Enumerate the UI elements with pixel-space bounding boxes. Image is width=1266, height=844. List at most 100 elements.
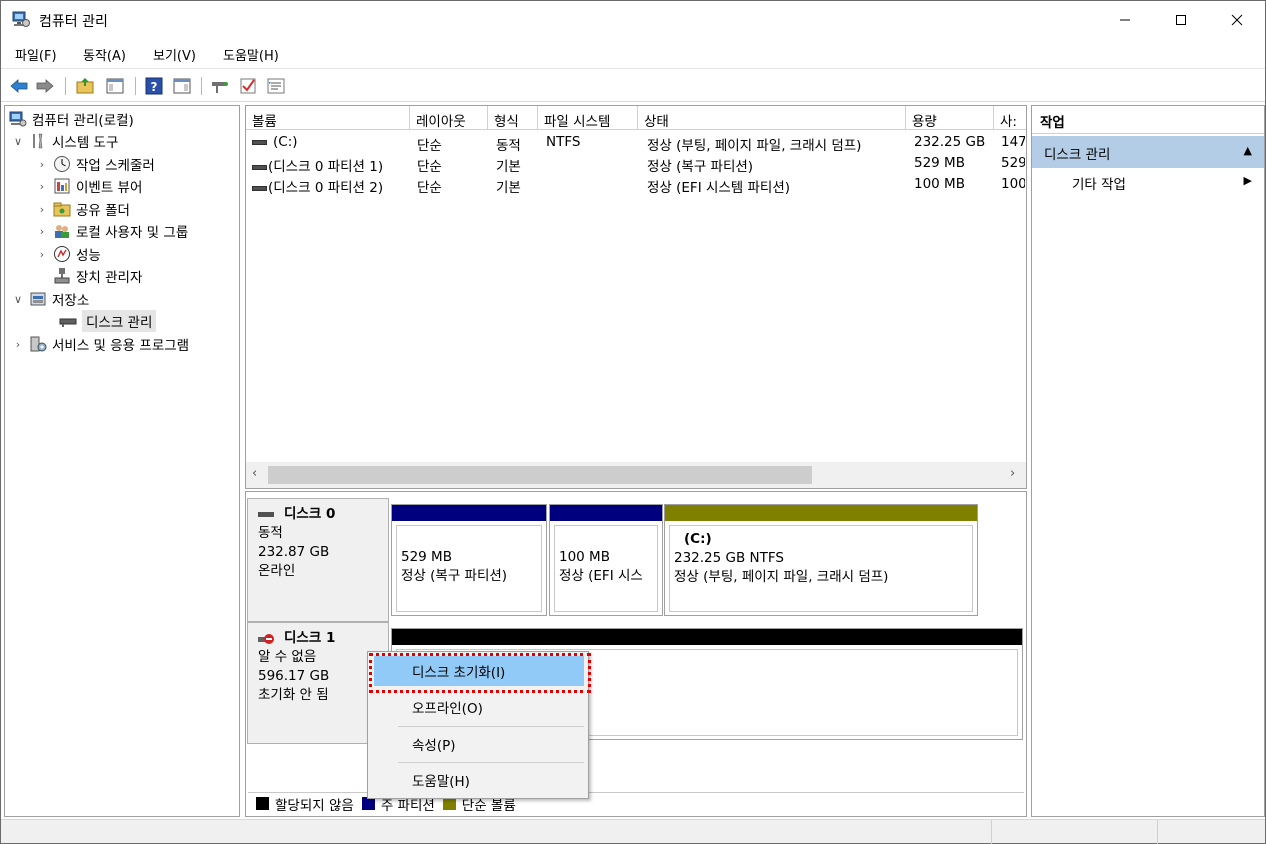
connect-icon[interactable]: [210, 76, 230, 96]
collapse-up-icon[interactable]: ▲: [1244, 144, 1252, 157]
help-icon[interactable]: ?: [144, 76, 164, 96]
chevron-right-icon[interactable]: ›: [11, 338, 25, 351]
legend: 할당되지 않음 주 파티션 단순 볼륨: [248, 792, 1024, 814]
partition-details: 100 MB 정상 (EFI 시스: [554, 525, 658, 612]
column-header-capacity[interactable]: 용량: [906, 106, 994, 130]
tree-item-shared-folders[interactable]: › 공유 폴더: [35, 198, 130, 220]
chevron-down-icon[interactable]: ∨: [11, 135, 25, 148]
volume-cell: (C:): [273, 134, 298, 150]
capacity-cell: 232.25 GB: [914, 134, 986, 150]
chevron-right-icon[interactable]: ›: [35, 248, 49, 261]
show-hide-tree-icon[interactable]: [105, 76, 125, 96]
column-header-volume[interactable]: 볼륨: [246, 106, 410, 130]
column-header-type[interactable]: 형식: [488, 106, 538, 130]
tree-item-event-viewer[interactable]: › 이벤트 뷰어: [35, 175, 142, 197]
services-icon: [30, 336, 47, 352]
actions-pane: 작업 디스크 관리 ▲ 기타 작업 ▶: [1031, 105, 1265, 817]
actions-section-disk-management[interactable]: 디스크 관리 ▲: [1032, 136, 1264, 168]
menu-action[interactable]: 동작(A): [83, 45, 126, 64]
menu-separator: [398, 726, 584, 727]
clock-icon: [54, 156, 70, 172]
disk-1-size: 596.17 GB: [258, 668, 330, 684]
partition-details: 529 MB 정상 (복구 파티션): [396, 525, 542, 612]
free-cell: 100: [1001, 176, 1025, 192]
disk-0-info[interactable]: 디스크 0 동적 232.87 GB 온라인: [247, 498, 389, 622]
tree-label: 로컬 사용자 및 그룹: [76, 225, 189, 241]
properties-icon[interactable]: [266, 76, 286, 96]
free-cell: 147: [1001, 134, 1025, 150]
check-icon[interactable]: [238, 76, 258, 96]
free-cell: 529: [1001, 155, 1025, 171]
disk-context-menu: 디스크 초기화(I) 오프라인(O) 속성(P) 도움말(H): [367, 651, 589, 799]
scroll-right-icon[interactable]: ›: [1010, 466, 1015, 481]
tree-item-device-manager[interactable]: 장치 관리자: [49, 265, 142, 287]
status-divider: [1157, 820, 1158, 844]
partition-status: 정상 (복구 파티션): [401, 568, 508, 584]
partition-bar: [392, 505, 546, 521]
disk-1-state: 초기화 안 됨: [258, 687, 329, 703]
chevron-right-icon[interactable]: ›: [35, 180, 49, 193]
close-button[interactable]: [1209, 1, 1265, 39]
scroll-left-icon[interactable]: ‹: [252, 466, 257, 481]
partition-efi[interactable]: 100 MB 정상 (EFI 시스: [549, 504, 663, 616]
partition-size: 232.25 GB NTFS: [674, 550, 784, 566]
toolbar-separator: [65, 77, 66, 95]
device-manager-icon: [54, 268, 70, 284]
chevron-down-icon[interactable]: ∨: [11, 293, 25, 306]
column-header-layout[interactable]: 레이아웃: [410, 106, 488, 130]
menu-offline[interactable]: 오프라인(O): [374, 692, 584, 722]
tree-item-computer-management[interactable]: 컴퓨터 관리(로컬): [9, 108, 134, 130]
menu-help[interactable]: 도움말(H): [223, 45, 279, 64]
menu-item-label: 도움말(H): [412, 774, 470, 790]
legend-unallocated: 할당되지 않음: [275, 797, 354, 814]
tree-item-local-users-groups[interactable]: › 로컬 사용자 및 그룹: [35, 220, 188, 242]
menu-initialize-disk[interactable]: 디스크 초기화(I): [374, 656, 584, 686]
chevron-right-icon[interactable]: ›: [35, 225, 49, 238]
back-arrow-icon[interactable]: [9, 76, 29, 96]
submenu-arrow-icon: ▶: [1243, 174, 1252, 187]
users-icon: [55, 225, 69, 238]
maximize-button[interactable]: [1153, 1, 1209, 39]
tree-label: 시스템 도구: [52, 135, 119, 151]
menu-properties[interactable]: 속성(P): [374, 729, 584, 759]
column-header-file-system[interactable]: 파일 시스템: [538, 106, 638, 130]
title-bar: 컴퓨터 관리: [1, 1, 1265, 39]
tree-label: 장치 관리자: [76, 270, 143, 286]
tree-label: 이벤트 뷰어: [76, 180, 143, 196]
menu-view[interactable]: 보기(V): [153, 45, 196, 64]
tree-item-task-scheduler[interactable]: › 작업 스케줄러: [35, 153, 155, 175]
action-more-actions[interactable]: 기타 작업 ▶: [1032, 170, 1264, 194]
tree-label: 공유 폴더: [76, 203, 130, 219]
partition-label: (C:): [684, 531, 712, 547]
tree-item-disk-management[interactable]: 디스크 관리: [55, 310, 157, 332]
scrollbar-thumb[interactable]: [268, 466, 812, 484]
chevron-right-icon[interactable]: ›: [35, 158, 49, 171]
shared-folder-icon: [53, 202, 71, 217]
type-cell: 동적: [496, 138, 521, 154]
disk-0-size: 232.87 GB: [258, 544, 330, 560]
tree-item-storage[interactable]: ∨ 저장소: [11, 288, 89, 310]
disk-icon: [258, 512, 274, 517]
tree-item-performance[interactable]: › 성능: [35, 243, 101, 265]
partition-recovery[interactable]: 529 MB 정상 (복구 파티션): [391, 504, 547, 616]
forward-arrow-icon[interactable]: [35, 76, 55, 96]
menu-help-item[interactable]: 도움말(H): [374, 765, 584, 795]
show-action-pane-icon[interactable]: [172, 76, 192, 96]
up-folder-icon[interactable]: [75, 76, 95, 96]
volume-cell: (디스크 0 파티션 2): [268, 180, 384, 196]
tree-item-system-tools[interactable]: ∨ 시스템 도구: [11, 130, 118, 152]
column-header-free[interactable]: 사:: [994, 106, 1026, 130]
menu-separator: [398, 762, 584, 763]
chevron-right-icon[interactable]: ›: [35, 203, 49, 216]
partition-c-drive[interactable]: (C:) 232.25 GB NTFS 정상 (부팅, 페이지 파일, 크래시 …: [664, 504, 978, 616]
tree-label: 컴퓨터 관리(로컬): [32, 113, 134, 129]
menu-file[interactable]: 파일(F): [15, 45, 57, 64]
tree-item-services-applications[interactable]: › 서비스 및 응용 프로그램: [11, 333, 189, 355]
horizontal-scrollbar[interactable]: ‹ ›: [246, 462, 1026, 488]
column-header-status[interactable]: 상태: [638, 106, 906, 130]
toolbar: ?: [1, 68, 1265, 102]
minimize-button[interactable]: [1097, 1, 1153, 39]
svg-text:?: ?: [151, 80, 158, 94]
status-cell: 정상 (복구 파티션): [647, 159, 754, 175]
menu-item-label: 속성(P): [412, 738, 456, 754]
